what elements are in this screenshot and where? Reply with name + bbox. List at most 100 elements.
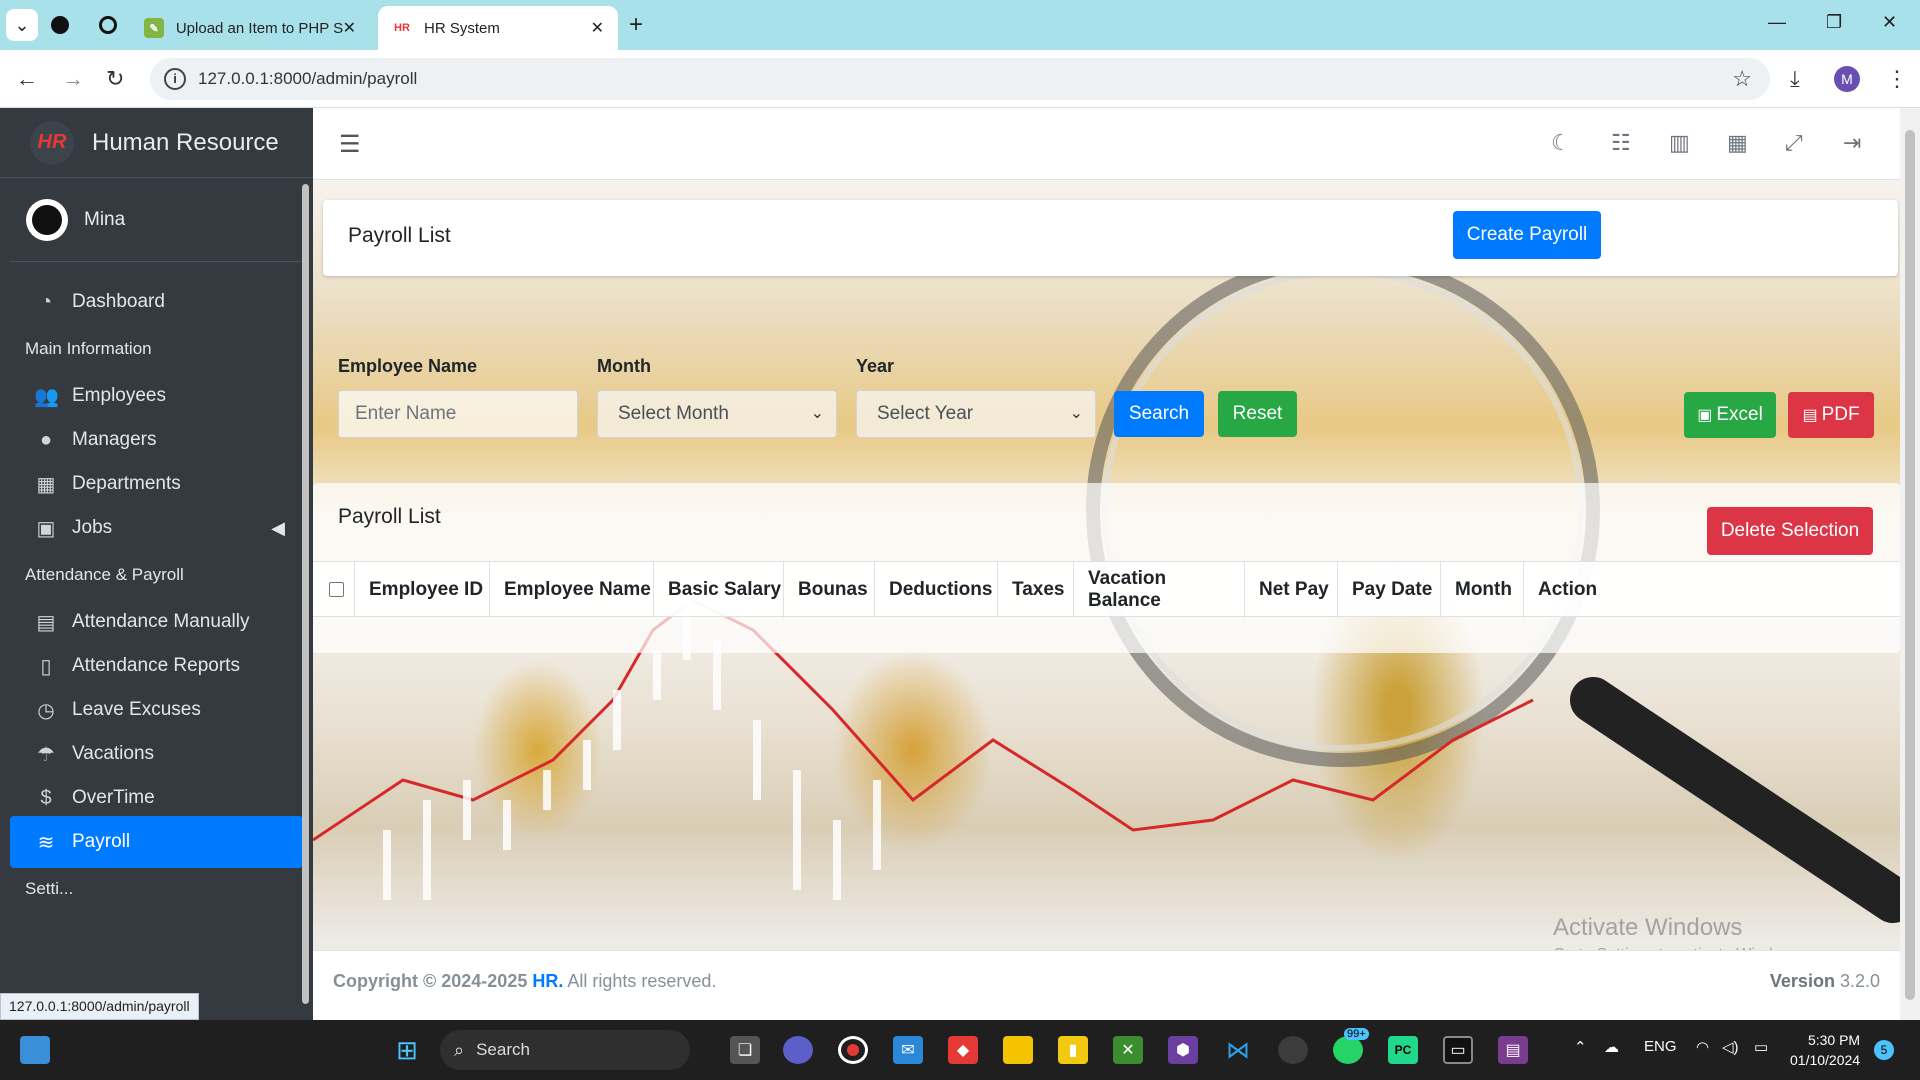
column-header[interactable]: Month	[1441, 562, 1524, 618]
sidebar-item-jobs[interactable]: ▣ Jobs ◀	[10, 502, 303, 554]
watermark-line1: Activate Windows	[1553, 914, 1743, 941]
column-header[interactable]: Employee Name	[490, 562, 654, 618]
chevron-down-icon: ⌄	[14, 14, 30, 35]
pdf-export-button[interactable]: ▤ PDF	[1788, 392, 1874, 438]
sidebar-scrollbar[interactable]	[302, 184, 309, 1004]
footer-brand-link[interactable]: HR.	[532, 971, 563, 991]
anydesk-icon[interactable]: ◆	[948, 1036, 978, 1064]
download-icon[interactable]: ⤓	[1790, 66, 1800, 92]
hamburger-menu-icon[interactable]: ☰	[339, 130, 361, 159]
pinned-tab-github[interactable]	[92, 9, 124, 41]
address-bar[interactable]: i 127.0.0.1:8000/admin/payroll ☆	[150, 58, 1770, 100]
volume-icon[interactable]: ◁)	[1722, 1038, 1739, 1056]
task-view-icon[interactable]: ❏	[730, 1036, 760, 1064]
chevron-left-icon: ◀	[271, 517, 285, 538]
sidebar-header-settings: Setti...	[25, 879, 74, 898]
search-icon: ⌕	[454, 1039, 465, 1060]
excel-export-button[interactable]: ▣ Excel	[1684, 392, 1776, 438]
file-icon: ▯	[40, 655, 52, 678]
windows-start-icon[interactable]: ⊞	[392, 1035, 422, 1065]
pycharm-icon[interactable]: PC	[1388, 1036, 1418, 1064]
record-icon[interactable]	[838, 1036, 868, 1064]
logout-icon[interactable]: ⇥	[1843, 130, 1861, 156]
user-panel[interactable]: Mina	[10, 178, 303, 262]
column-header[interactable]: Net Pay	[1245, 562, 1338, 618]
column-header[interactable]: Basic Salary	[654, 562, 784, 618]
power-bi-icon[interactable]: ▮	[1058, 1036, 1088, 1064]
year-select[interactable]: Select Year ⌄	[856, 390, 1096, 438]
site-info-icon[interactable]: i	[164, 68, 186, 90]
whatsapp-icon[interactable]	[1333, 1036, 1363, 1064]
link-status-bar: 127.0.0.1:8000/admin/payroll	[0, 993, 199, 1020]
maximize-icon[interactable]: ❐	[1826, 12, 1842, 33]
profile-avatar[interactable]: M	[1834, 66, 1860, 92]
column-header[interactable]: Bounas	[784, 562, 875, 618]
close-tab-icon[interactable]: ✕	[343, 18, 356, 38]
close-tab-icon[interactable]: ✕	[591, 18, 604, 38]
language-indicator[interactable]: ENG	[1644, 1038, 1677, 1055]
column-header[interactable]: Vacation Balance	[1074, 562, 1245, 618]
browser-tab-active[interactable]: HR HR System ✕	[378, 6, 618, 50]
calendar-icon[interactable]: ▦	[1727, 130, 1748, 156]
pdf-label: PDF	[1821, 404, 1860, 425]
record-dot-icon	[847, 1044, 859, 1056]
reset-button[interactable]: Reset	[1218, 391, 1297, 437]
delete-selection-button[interactable]: Delete Selection	[1707, 507, 1873, 555]
file-explorer-icon[interactable]	[1003, 1036, 1033, 1064]
brand-link[interactable]: HR Human Resource	[0, 108, 313, 178]
pinned-tab[interactable]	[44, 9, 76, 41]
sidebar-item-payroll[interactable]: ≋ Payroll	[10, 816, 303, 868]
app-icon[interactable]: ✕	[1113, 1036, 1143, 1064]
vscode-icon[interactable]: ⋈	[1223, 1036, 1253, 1064]
notification-badge[interactable]: 5	[1874, 1040, 1894, 1060]
column-header[interactable]: Pay Date	[1338, 562, 1441, 618]
page-scrollbar[interactable]	[1900, 108, 1920, 1020]
create-payroll-button[interactable]: Create Payroll	[1453, 211, 1601, 259]
umbrella-beach-icon: ☂	[37, 743, 55, 766]
sidebar-item-dashboard[interactable]: ◔ Dashboard	[10, 276, 303, 328]
employee-name-input[interactable]: Enter Name	[338, 390, 578, 438]
clock-date: 01/10/2024	[1790, 1052, 1861, 1068]
month-select[interactable]: Select Month ⌄	[597, 390, 837, 438]
taskbar-search[interactable]: ⌕ Search	[440, 1030, 690, 1070]
onedrive-cloud-icon[interactable]: ☁	[1604, 1038, 1619, 1056]
column-header[interactable]: Taxes	[998, 562, 1074, 618]
dark-mode-icon[interactable]: ☾	[1551, 130, 1571, 156]
select-all-checkbox[interactable]	[329, 582, 344, 597]
tab-title: HR System	[424, 19, 500, 37]
wifi-icon[interactable]: ◠	[1696, 1038, 1709, 1056]
minimize-icon[interactable]: —	[1768, 12, 1786, 33]
task-list-icon[interactable]: ☷	[1611, 130, 1631, 156]
column-header[interactable]: Employee ID	[355, 562, 490, 618]
widgets-icon[interactable]	[20, 1036, 50, 1064]
sidebar-item-label: Employees	[72, 385, 166, 406]
battery-icon[interactable]: ▭	[1754, 1038, 1768, 1056]
column-header[interactable]: Deductions	[875, 562, 998, 618]
chevron-up-icon[interactable]: ⌃	[1574, 1038, 1587, 1056]
tab-search-button[interactable]: ⌄	[6, 9, 38, 41]
teams-chat-icon[interactable]	[783, 1036, 813, 1064]
forward-icon[interactable]: →	[62, 66, 84, 92]
browser-menu-icon[interactable]: ⋮	[1886, 66, 1908, 92]
tachometer-icon: ◔	[39, 290, 53, 313]
winrar-icon[interactable]: ▤	[1498, 1036, 1528, 1064]
close-window-icon[interactable]: ✕	[1882, 12, 1897, 33]
chart-bar-icon[interactable]: ▥	[1669, 130, 1690, 156]
terminal-icon[interactable]: ▭	[1443, 1036, 1473, 1064]
app-cube-icon[interactable]: ⬢	[1168, 1036, 1198, 1064]
mail-icon[interactable]: ✉	[893, 1036, 923, 1064]
version-label: Version	[1769, 971, 1835, 991]
search-button[interactable]: Search	[1114, 391, 1204, 437]
chevron-down-icon: ⌄	[1069, 405, 1083, 422]
column-header[interactable]: Action	[1524, 562, 1624, 618]
reload-icon[interactable]: ↻	[106, 66, 124, 92]
taskbar-clock[interactable]: 5:30 PM 01/10/2024	[1790, 1030, 1860, 1070]
chrome-icon[interactable]	[1278, 1036, 1308, 1064]
bookmark-star-icon[interactable]: ☆	[1732, 66, 1752, 92]
sidebar: HR Human Resource Mina ◔ Dashboard Main I…	[0, 108, 313, 1020]
scrollbar-thumb[interactable]	[1905, 130, 1915, 1000]
back-icon[interactable]: ←	[16, 66, 38, 92]
fullscreen-icon[interactable]: ⤢	[1785, 130, 1803, 156]
browser-tab[interactable]: ✎ Upload an Item to PHP Scripts | ✕	[130, 6, 370, 50]
new-tab-button[interactable]: +	[620, 9, 652, 41]
